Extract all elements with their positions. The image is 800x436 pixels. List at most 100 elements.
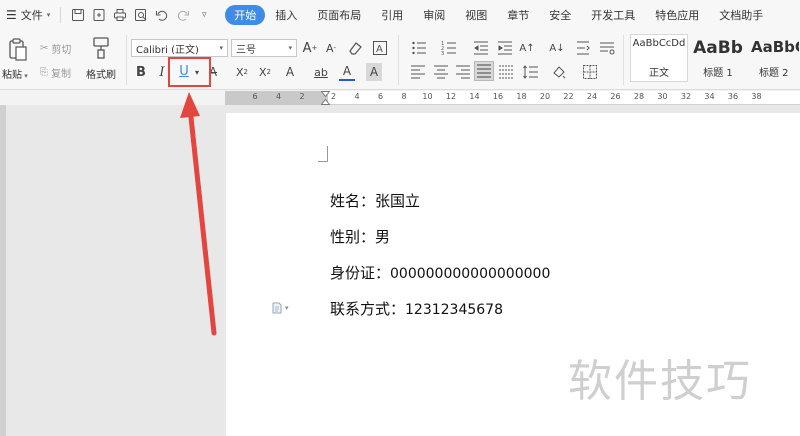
character-shading-icon[interactable]: A — [366, 63, 382, 81]
divider — [398, 35, 399, 85]
ruler-number: 30 — [657, 92, 668, 101]
divider — [60, 7, 62, 23]
increase-indent-icon[interactable] — [496, 40, 514, 56]
paragraph-settings-icon[interactable] — [598, 40, 616, 56]
doc-line-name[interactable]: 姓名：张国立 — [330, 190, 420, 211]
highlight-icon[interactable]: ab — [310, 63, 332, 81]
customize-toolbar-icon[interactable]: ▿ — [197, 8, 211, 22]
paste-button[interactable] — [4, 38, 30, 62]
style-heading-2[interactable]: AaBbC 标题 2 — [748, 34, 800, 82]
chevron-down-icon: ▾ — [46, 11, 51, 19]
tab-view[interactable]: 视图 — [455, 5, 497, 25]
font-size-select[interactable]: 三号 ▾ — [231, 39, 297, 57]
decrease-indent-icon[interactable] — [472, 40, 490, 56]
chevron-down-icon: ▾ — [288, 44, 292, 52]
document-icon — [272, 302, 282, 314]
doc-line-gender[interactable]: 性别：男 — [330, 226, 390, 247]
scissors-icon: ✂ — [40, 43, 49, 54]
show-marks-icon[interactable] — [574, 40, 592, 56]
tab-page-layout[interactable]: 页面布局 — [307, 5, 371, 25]
doc-line-id[interactable]: 身份证：000000000000000000 — [330, 262, 550, 283]
left-scroll-strip — [0, 105, 6, 436]
clear-format-icon[interactable] — [347, 40, 363, 56]
bold-button[interactable]: B — [134, 63, 148, 81]
ruler-number: 32 — [680, 92, 692, 101]
paste-icon — [9, 38, 27, 61]
ruler-number: 2 — [299, 92, 305, 101]
align-center-icon[interactable] — [433, 64, 449, 80]
italic-button[interactable]: I — [155, 63, 169, 81]
watermark: 软件技巧 — [568, 356, 752, 407]
ruler-number: 36 — [727, 92, 739, 101]
ribbon-tabs: 开始 插入 页面布局 引用 审阅 视图 章节 安全 开发工具 特色应用 文档助手 — [225, 0, 773, 30]
divider — [623, 35, 624, 85]
copy-icon: ⎘ — [40, 67, 48, 78]
ruler-number: 24 — [586, 92, 598, 101]
borders-icon[interactable] — [579, 64, 601, 80]
file-menu-label: 文件 — [20, 9, 43, 22]
style-heading-1[interactable]: AaBb 标题 1 — [690, 34, 746, 82]
styles-gallery: AaBbCcDd 正文 AaBb 标题 1 AaBbC 标题 2 — [628, 34, 800, 86]
divider — [126, 35, 127, 85]
chevron-down-icon: ▾ — [219, 44, 223, 52]
ruler-number: 4 — [354, 92, 360, 101]
ruler-number: 14 — [469, 92, 480, 101]
ruler-gutter — [0, 91, 225, 105]
indent-marker-icon[interactable] — [321, 91, 330, 105]
tab-references[interactable]: 引用 — [371, 5, 413, 25]
file-menu[interactable]: ☰ 文件 ▾ — [0, 0, 56, 30]
sort-icon[interactable]: A↓ — [548, 40, 566, 56]
shrink-font-icon[interactable]: A- — [323, 39, 339, 57]
distribute-icon[interactable] — [498, 64, 514, 80]
bullet-list-icon[interactable] — [410, 40, 428, 56]
line-spacing-icon[interactable] — [521, 64, 541, 80]
text-direction-icon[interactable]: A↑ — [518, 40, 536, 56]
copy-button[interactable]: ⎘ 复制 — [40, 65, 71, 80]
ruler-number: 34 — [704, 92, 715, 101]
font-color-icon[interactable]: A — [339, 63, 355, 81]
ruler-number: 18 — [516, 92, 527, 101]
undo-icon[interactable] — [155, 8, 169, 22]
cut-button[interactable]: ✂ 剪切 — [40, 41, 71, 56]
margin-corner-mark — [318, 146, 328, 162]
paste-label: 粘贴 ▾ — [2, 70, 28, 81]
font-name-select[interactable]: Calibri (正文) ▾ — [131, 39, 228, 57]
format-painter-label: 格式刷 — [86, 70, 116, 81]
subscript-icon[interactable]: X2 — [256, 63, 274, 81]
align-right-icon[interactable] — [455, 64, 471, 80]
export-pdf-icon[interactable] — [92, 8, 106, 22]
print-icon[interactable] — [113, 8, 127, 22]
ruler-number: 6 — [252, 92, 258, 101]
numbered-list-icon[interactable]: 123 — [440, 40, 458, 56]
tab-home[interactable]: 开始 — [225, 5, 266, 25]
shading-icon[interactable] — [548, 64, 570, 80]
align-left-icon[interactable] — [410, 64, 426, 80]
style-normal[interactable]: AaBbCcDd 正文 — [630, 34, 688, 82]
tab-review[interactable]: 审阅 — [413, 5, 455, 25]
redo-icon[interactable] — [176, 8, 190, 22]
format-painter-button[interactable] — [91, 36, 111, 63]
ruler-number: 16 — [492, 92, 504, 101]
horizontal-ruler: 6 4 2 2 4 6 8 10 12 14 16 18 20 22 24 26 28 30 32 34 36 38 — [225, 91, 800, 105]
tab-insert[interactable]: 插入 — [265, 5, 307, 25]
grow-font-icon[interactable]: A + — [302, 39, 318, 57]
text-outline-icon[interactable]: A — [281, 63, 299, 81]
superscript-icon[interactable]: X2 — [233, 63, 251, 81]
quick-access-toolbar: ▿ — [65, 8, 217, 22]
ruler-number: 8 — [401, 92, 407, 101]
underline-highlight-box — [168, 57, 211, 87]
save-icon[interactable] — [71, 8, 85, 22]
hamburger-icon: ☰ — [6, 8, 17, 22]
doc-line-contact[interactable]: 联系方式：12312345678 — [330, 298, 503, 319]
tab-developer[interactable]: 开发工具 — [581, 5, 645, 25]
print-preview-icon[interactable] — [134, 8, 148, 22]
tab-security[interactable]: 安全 — [539, 5, 581, 25]
justify-icon[interactable] — [474, 61, 494, 81]
ribbon-toolbar: 粘贴 ▾ ✂ 剪切 ⎘ 复制 格式刷 Calibri (正文) ▾ 三号 ▾ A… — [0, 30, 800, 90]
text-effects-icon[interactable]: A — [372, 40, 388, 56]
paragraph-handle[interactable]: ▾ — [271, 302, 293, 314]
ruler-number: 28 — [633, 92, 645, 101]
tab-doc-assistant[interactable]: 文档助手 — [709, 5, 773, 25]
tab-special-apps[interactable]: 特色应用 — [645, 5, 709, 25]
tab-section[interactable]: 章节 — [497, 5, 539, 25]
